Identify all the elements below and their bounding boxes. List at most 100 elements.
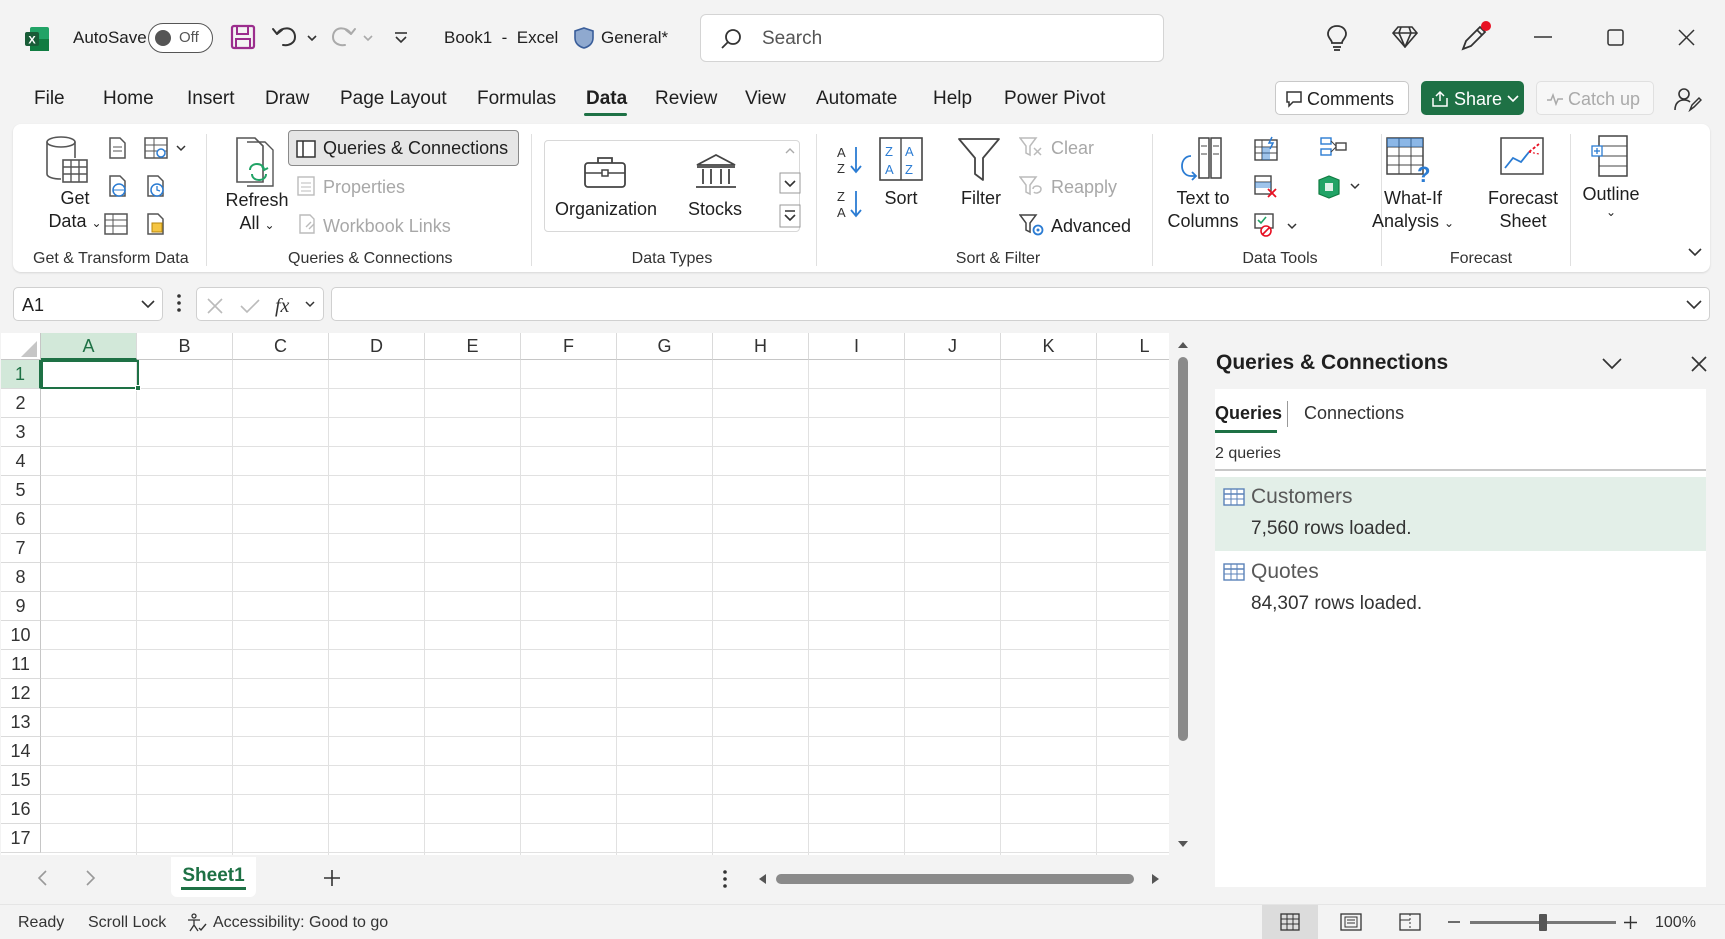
pane-close-icon[interactable] [1690,355,1708,373]
tab-draw[interactable]: Draw [265,88,309,110]
chevron-down-icon[interactable] [141,300,155,310]
shield-icon[interactable] [573,26,595,50]
insert-function-icon[interactable]: fx [275,292,321,318]
zoom-level[interactable]: 100% [1655,914,1696,932]
formula-input[interactable] [331,287,1710,321]
row-header[interactable]: 9 [1,592,41,621]
row-header[interactable]: 12 [1,679,41,708]
row-header[interactable]: 1 [1,360,41,389]
row-header[interactable]: 10 [1,621,41,650]
row-header[interactable]: 7 [1,534,41,563]
from-picture-icon[interactable] [143,136,189,160]
forecast-sheet-button[interactable]: Forecast Sheet [1483,188,1563,232]
more-options-icon[interactable] [723,870,727,888]
row-header[interactable]: 17 [1,824,41,853]
from-table-icon[interactable] [103,212,129,236]
from-text-icon[interactable] [105,136,129,160]
column-header[interactable]: I [809,333,905,360]
row-header[interactable]: 14 [1,737,41,766]
zoom-slider[interactable] [1470,914,1616,931]
recent-sources-icon[interactable] [143,174,167,198]
page-break-view-icon[interactable] [1399,913,1421,931]
autosave-toggle[interactable]: Off [148,23,213,53]
sheet-tab[interactable]: Sheet1 [171,857,256,897]
text-to-columns-button[interactable]: Text to Columns [1165,188,1241,232]
status-accessibility[interactable]: Accessibility: Good to go [213,914,388,932]
row-header[interactable]: 5 [1,476,41,505]
diamond-icon[interactable] [1392,26,1418,48]
remove-duplicates-icon[interactable] [1253,174,1279,200]
column-header[interactable]: E [425,333,521,360]
page-layout-view-icon[interactable] [1340,913,1362,931]
row-header[interactable]: 6 [1,505,41,534]
scroll-up-icon[interactable] [1177,339,1189,349]
spreadsheet-grid[interactable]: ABCDEFGHIJKL 1 2 3 4 5 6 7 8 9 10 11 12 13 14 15 16 17 [1,333,1169,855]
zoom-in-icon[interactable] [1624,916,1637,929]
row-header[interactable]: 15 [1,766,41,795]
what-if-analysis-button[interactable]: What-If Analysis ⌄ [1367,188,1459,232]
fill-handle[interactable] [135,385,141,391]
column-header[interactable]: K [1001,333,1097,360]
zoom-out-icon[interactable] [1448,921,1460,924]
tab-automate[interactable]: Automate [816,88,897,110]
data-model-icon[interactable] [1317,174,1365,200]
column-header[interactable]: D [329,333,425,360]
column-header[interactable]: G [617,333,713,360]
row-header[interactable]: 13 [1,708,41,737]
comments-button[interactable]: Comments [1275,81,1409,115]
tab-data[interactable]: Data [586,88,627,110]
column-header[interactable]: C [233,333,329,360]
tab-page-layout[interactable]: Page Layout [340,88,447,110]
expand-formula-icon[interactable] [1686,300,1702,310]
lightbulb-icon[interactable] [1325,24,1349,52]
tab-home[interactable]: Home [103,88,154,110]
column-header[interactable]: H [713,333,809,360]
tab-queries[interactable]: Queries [1215,403,1282,424]
undo-icon[interactable] [271,24,319,50]
ribbon-collapse-icon[interactable] [1687,246,1703,258]
from-web-icon[interactable] [105,174,129,198]
column-header[interactable]: L [1097,333,1169,360]
consolidate-icon[interactable] [1319,136,1347,158]
add-sheet-icon[interactable] [322,868,342,888]
save-icon[interactable] [230,24,256,50]
query-item-quotes[interactable]: Quotes 84,307 rows loaded. [1215,552,1706,626]
pane-options-icon[interactable] [1601,357,1623,371]
horizontal-scrollbar-thumb[interactable] [776,874,1134,884]
more-options-icon[interactable] [177,293,181,313]
column-header[interactable]: J [905,333,1001,360]
share-button[interactable]: Share [1421,81,1524,115]
scroll-right-icon[interactable] [1151,873,1161,885]
scroll-left-icon[interactable] [757,873,767,885]
active-cell[interactable] [41,360,141,391]
row-header[interactable]: 8 [1,563,41,592]
column-header[interactable]: F [521,333,617,360]
tab-formulas[interactable]: Formulas [477,88,556,110]
tab-insert[interactable]: Insert [187,88,235,110]
tab-connections[interactable]: Connections [1304,403,1404,424]
queries-connections-button[interactable]: Queries & Connections [288,130,519,166]
maximize-icon[interactable] [1607,29,1624,46]
column-header[interactable]: A [41,333,137,360]
horizontal-scrollbar[interactable] [753,867,1168,891]
search-box[interactable]: Search [700,14,1164,62]
stocks-button[interactable]: Stocks [675,199,755,220]
tab-power-pivot[interactable]: Power Pivot [1004,88,1105,110]
pen-icon[interactable] [1459,20,1493,52]
gallery-scroll-up-icon[interactable] [783,144,797,158]
row-header[interactable]: 2 [1,389,41,418]
gallery-more-icon[interactable] [779,204,801,228]
select-all-corner[interactable] [1,333,41,360]
scroll-down-icon[interactable] [1177,840,1189,850]
scrollbar-thumb[interactable] [1178,357,1188,741]
query-item-customers[interactable]: Customers 7,560 rows loaded. [1215,477,1706,551]
zoom-slider-thumb[interactable] [1539,914,1547,931]
advanced-button[interactable]: Advanced [1051,216,1131,237]
next-sheet-icon[interactable] [85,870,97,886]
tab-help[interactable]: Help [933,88,972,110]
person-icon[interactable] [1674,86,1702,112]
sort-button[interactable]: Sort [869,188,933,209]
previous-sheet-icon[interactable] [36,870,48,886]
tab-review[interactable]: Review [655,88,717,110]
tab-file[interactable]: File [34,88,65,110]
